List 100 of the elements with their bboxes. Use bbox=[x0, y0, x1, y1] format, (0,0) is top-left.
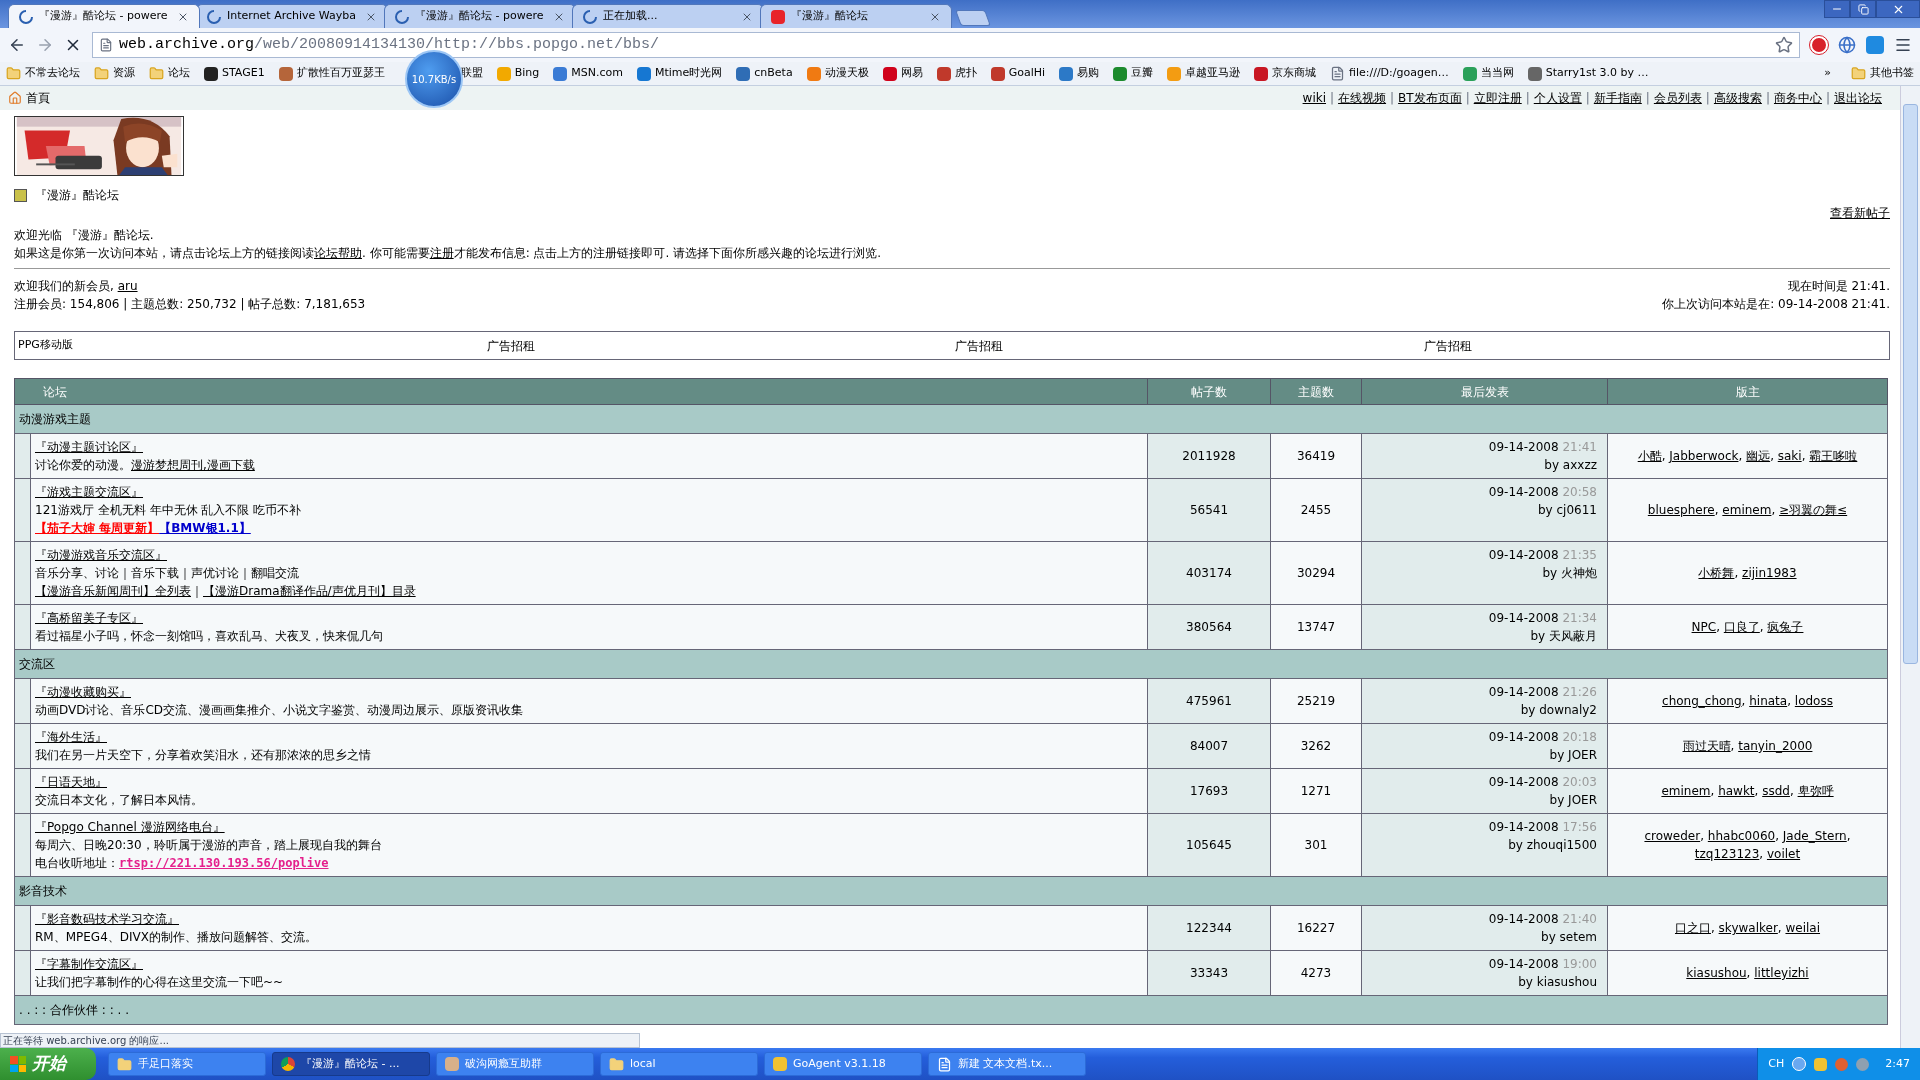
moderator-link[interactable]: hawkt bbox=[1718, 784, 1755, 798]
moderator-link[interactable]: Jade_Stern bbox=[1782, 829, 1847, 843]
bookmarks-overflow-button[interactable]: » bbox=[1824, 65, 1831, 82]
bookmark-item[interactable]: 论坛 bbox=[149, 65, 190, 82]
new-tab-button[interactable] bbox=[955, 10, 991, 26]
forum-title-link[interactable]: 『字幕制作交流区』 bbox=[35, 955, 143, 973]
taskbar-item[interactable]: 手足口落实 bbox=[108, 1052, 266, 1076]
link[interactable]: 【BMW银1.1】 bbox=[159, 521, 251, 535]
bookmark-folder[interactable]: 其他书签 bbox=[1851, 65, 1914, 82]
moderator-link[interactable]: lodoss bbox=[1794, 694, 1833, 708]
bookmark-item[interactable]: 当当网 bbox=[1462, 65, 1514, 82]
moderator-link[interactable]: 雨过天晴 bbox=[1682, 739, 1731, 753]
moderator-link[interactable]: chong_chong bbox=[1662, 694, 1742, 708]
nav-link[interactable]: 商务中心 bbox=[1773, 89, 1822, 107]
forum-title-link[interactable]: 『影音数码技术学习交流』 bbox=[35, 910, 179, 928]
link[interactable]: 注册 bbox=[429, 246, 454, 260]
taskbar-item[interactable]: 新建 文本文档.tx... bbox=[928, 1052, 1086, 1076]
moderator-link[interactable]: ssdd bbox=[1762, 784, 1790, 798]
link[interactable]: aru bbox=[117, 279, 138, 293]
forum-title-link[interactable]: 『Popgo Channel 漫游网络电台』 bbox=[35, 818, 225, 836]
taskbar-item[interactable]: GoAgent v3.1.18 bbox=[764, 1052, 922, 1076]
link[interactable]: 论坛帮助 bbox=[314, 246, 362, 260]
link[interactable]: 【茄子大婶 每周更新】 bbox=[35, 521, 160, 535]
forum-title-link[interactable]: 『动漫收藏购买』 bbox=[35, 683, 131, 701]
bookmark-item[interactable]: cnBeta bbox=[736, 65, 793, 82]
bookmark-item[interactable]: Starry1st 3.0 by … bbox=[1527, 65, 1649, 82]
bookmark-item[interactable]: MSN.com bbox=[553, 65, 623, 82]
nav-link[interactable]: BT发布页面 bbox=[1398, 89, 1462, 107]
moderator-link[interactable]: littleyizhi bbox=[1754, 966, 1809, 980]
taskbar-item[interactable]: 破沟网瘾互助群 bbox=[436, 1052, 594, 1076]
moderator-link[interactable]: 口良了 bbox=[1723, 620, 1760, 634]
back-icon[interactable] bbox=[8, 36, 26, 54]
taskbar-item[interactable]: local bbox=[600, 1052, 758, 1076]
nav-link[interactable]: wiki bbox=[1302, 89, 1326, 107]
link[interactable]: 【漫游音乐新闻周刊】全列表 bbox=[35, 584, 191, 598]
moderator-link[interactable]: 霸王哆啦 bbox=[1809, 449, 1858, 463]
bookmark-item[interactable]: 联盟 bbox=[460, 65, 483, 82]
moderator-link[interactable]: 口之口 bbox=[1674, 921, 1711, 935]
bookmark-item[interactable]: 不常去论坛 bbox=[6, 65, 80, 82]
home-link[interactable]: 首頁 bbox=[26, 89, 50, 107]
bookmark-item[interactable]: 网易 bbox=[882, 65, 923, 82]
taskbar-item[interactable]: 『漫游』酷论坛 - ... bbox=[272, 1052, 430, 1076]
bookmark-item[interactable]: 卓越亚马逊 bbox=[1167, 65, 1241, 82]
nav-link[interactable]: 退出论坛 bbox=[1834, 89, 1882, 107]
nav-link[interactable]: 个人设置 bbox=[1533, 89, 1582, 107]
bookmark-item[interactable]: STAGE1 bbox=[204, 65, 265, 82]
bookmark-item[interactable]: Mtime时光网 bbox=[636, 65, 723, 82]
menu-icon[interactable] bbox=[1894, 36, 1912, 54]
moderator-link[interactable]: ≥羽翼の舞≤ bbox=[1779, 503, 1848, 517]
browser-tab[interactable]: 『漫游』酷论坛 bbox=[760, 4, 952, 28]
bookmark-item[interactable]: GoalHi bbox=[990, 65, 1046, 82]
close-button[interactable] bbox=[1876, 0, 1920, 18]
bookmark-star-icon[interactable] bbox=[1775, 36, 1793, 54]
moderator-link[interactable]: 小酷 bbox=[1637, 449, 1662, 463]
address-bar[interactable]: web.archive.org/web/20080914134130/http://bbs.popgo.net/bbs/ bbox=[92, 32, 1800, 58]
nav-link[interactable]: 新手指南 bbox=[1593, 89, 1642, 107]
nav-link[interactable]: 高级搜索 bbox=[1713, 89, 1762, 107]
bookmark-item[interactable]: 豆瓣 bbox=[1113, 65, 1154, 82]
moderator-link[interactable]: kiasushou bbox=[1686, 966, 1747, 980]
moderator-link[interactable]: bluesphere bbox=[1647, 503, 1715, 517]
bookmark-item[interactable]: file:///D:/goagen… bbox=[1330, 65, 1449, 82]
forum-title-link[interactable]: 『动漫主题讨论区』 bbox=[35, 438, 143, 456]
moderator-link[interactable]: voilet bbox=[1766, 847, 1801, 861]
minimize-button[interactable] bbox=[1824, 0, 1850, 18]
forward-icon[interactable] bbox=[36, 36, 54, 54]
link[interactable]: 【漫游Drama翻译作品/声优月刊】目录 bbox=[203, 584, 416, 598]
scrollbar[interactable] bbox=[1900, 86, 1920, 1048]
scrollbar-thumb[interactable] bbox=[1903, 104, 1918, 664]
moderator-link[interactable]: saki bbox=[1777, 449, 1802, 463]
ad-slot-text[interactable]: 广告招租 bbox=[952, 336, 1421, 355]
moderator-link[interactable]: 卑弥呼 bbox=[1797, 784, 1834, 798]
bookmark-item[interactable]: 易购 bbox=[1059, 65, 1100, 82]
restore-button[interactable] bbox=[1850, 0, 1876, 18]
forum-title-link[interactable]: 『日语天地』 bbox=[35, 773, 107, 791]
bookmark-item[interactable]: Bing bbox=[496, 65, 540, 82]
bookmark-item[interactable]: 虎扑 bbox=[936, 65, 977, 82]
bookmark-item[interactable]: 资源 bbox=[94, 65, 135, 82]
moderator-link[interactable]: 疯兔子 bbox=[1767, 620, 1804, 634]
moderator-link[interactable]: skywalker bbox=[1718, 921, 1778, 935]
forum-title-link[interactable]: 『海外生活』 bbox=[35, 728, 107, 746]
moderator-link[interactable]: weilai bbox=[1785, 921, 1821, 935]
moderator-link[interactable]: zijin1983 bbox=[1742, 566, 1797, 580]
link[interactable]: 漫游梦想周刊,漫画下载 bbox=[131, 458, 255, 472]
moderator-link[interactable]: croweder bbox=[1644, 829, 1701, 843]
link[interactable]: rtsp://221.130.193.56/poplive bbox=[119, 856, 329, 870]
bookmark-item[interactable]: 动漫天极 bbox=[806, 65, 869, 82]
moderator-link[interactable]: hhabc0060 bbox=[1707, 829, 1776, 843]
browser-tab[interactable]: 『漫游』酷论坛 - powere bbox=[8, 4, 200, 28]
moderator-link[interactable]: tanyin_2000 bbox=[1738, 739, 1813, 753]
nav-link[interactable]: 在线视频 bbox=[1338, 89, 1387, 107]
forum-title-link[interactable]: 『动漫游戏音乐交流区』 bbox=[35, 546, 167, 564]
globe-icon[interactable] bbox=[1838, 36, 1856, 54]
bookmark-item[interactable]: 扩散性百万亚瑟王 bbox=[278, 65, 385, 82]
nav-link[interactable]: 会员列表 bbox=[1653, 89, 1702, 107]
ad-slot-text[interactable]: 广告招租 bbox=[1420, 336, 1889, 355]
new-posts-link[interactable]: 查看新帖子 bbox=[1830, 204, 1890, 222]
moderator-link[interactable]: hinata bbox=[1749, 694, 1788, 708]
forum-title-link[interactable]: 『游戏主题交流区』 bbox=[35, 483, 143, 501]
bookmark-item[interactable]: 京东商城 bbox=[1254, 65, 1317, 82]
nav-link[interactable]: 立即注册 bbox=[1473, 89, 1522, 107]
